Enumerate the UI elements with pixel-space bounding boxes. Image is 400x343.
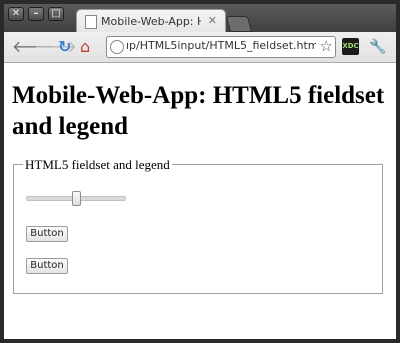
home-icon[interactable]: ⌂ xyxy=(80,38,90,56)
tab-close-icon[interactable]: ✕ xyxy=(208,14,217,27)
page-icon xyxy=(85,15,97,29)
fieldset-legend: HTML5 fieldset and legend xyxy=(23,157,172,173)
range-slider-thumb[interactable] xyxy=(71,191,81,206)
new-tab-button[interactable] xyxy=(225,16,253,32)
extension-icon[interactable]: XDC xyxy=(342,38,359,55)
address-bar[interactable]: ıp/HTML5input/HTML5_fieldset.html ☆ xyxy=(106,36,336,58)
fieldset: HTML5 fieldset and legend Button Button xyxy=(13,157,383,294)
tab-active[interactable]: Mobile-Web-App: HTML5 f ✕ xyxy=(76,9,226,33)
button-1[interactable]: Button xyxy=(26,226,68,242)
minimize-window-button[interactable]: – xyxy=(28,7,44,21)
tab-title: Mobile-Web-App: HTML5 f xyxy=(101,15,201,28)
globe-icon xyxy=(110,40,124,54)
url-text[interactable]: ıp/HTML5input/HTML5_fieldset.html xyxy=(126,39,316,52)
star-icon[interactable]: ☆ xyxy=(320,37,333,55)
maximize-window-button[interactable]: □ xyxy=(48,7,64,21)
reload-icon[interactable]: ↻ xyxy=(58,38,71,56)
tab-strip: ✕ – □ Mobile-Web-App: HTML5 f ✕ xyxy=(4,4,396,33)
browser-frame: ✕ – □ Mobile-Web-App: HTML5 f ✕ 🡐 🡒 ↻ ⌂ … xyxy=(4,4,396,339)
close-window-button[interactable]: ✕ xyxy=(8,7,24,21)
wrench-icon[interactable]: 🔧 xyxy=(369,38,386,56)
page-title: Mobile-Web-App: HTML5 fieldset and legen… xyxy=(12,82,385,140)
toolbar: 🡐 🡒 ↻ ⌂ ıp/HTML5input/HTML5_fieldset.htm… xyxy=(4,32,396,63)
button-2[interactable]: Button xyxy=(26,258,68,274)
page-content: Mobile-Web-App: HTML5 fieldset and legen… xyxy=(4,63,396,339)
browser-window: ✕ – □ Mobile-Web-App: HTML5 f ✕ 🡐 🡒 ↻ ⌂ … xyxy=(0,0,400,343)
